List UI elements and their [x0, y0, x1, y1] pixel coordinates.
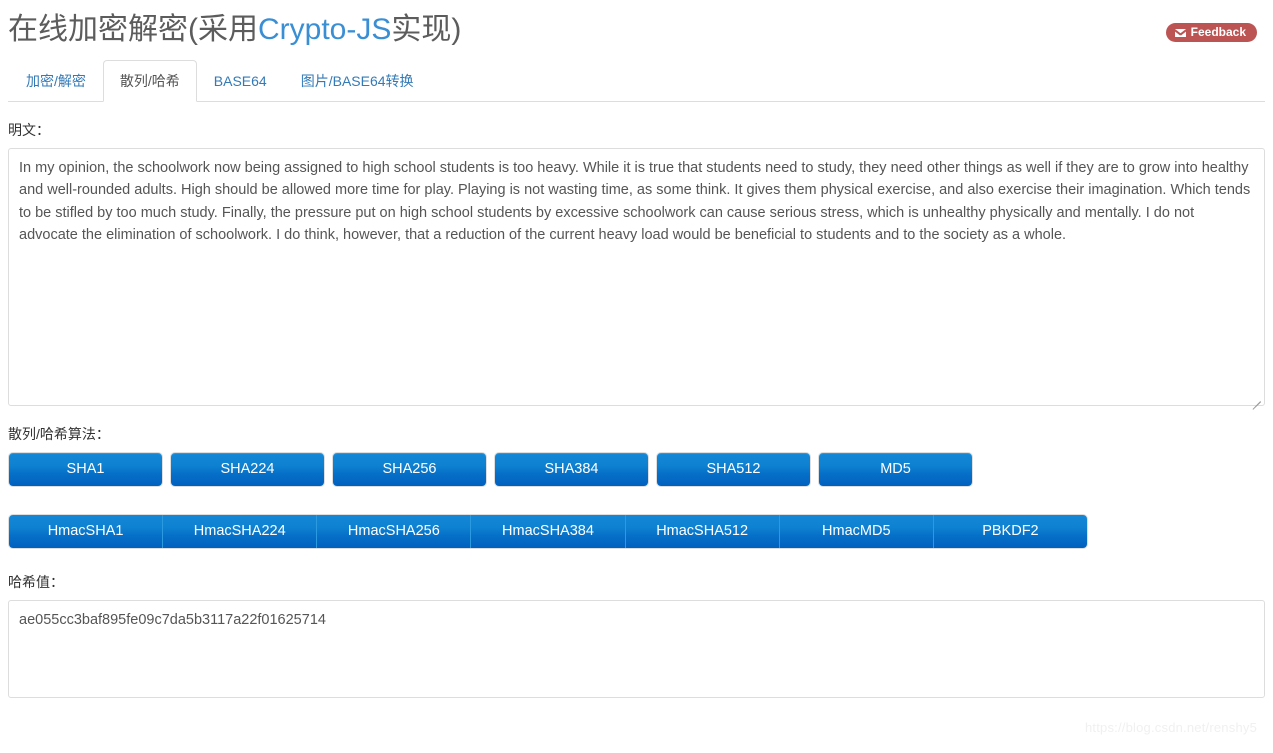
- page-title-suffix: 实现): [391, 13, 462, 46]
- plaintext-input[interactable]: [8, 148, 1265, 406]
- hash-algo-button-sha256[interactable]: SHA256: [332, 452, 487, 487]
- hash-algorithm-row-primary: SHA1 SHA224 SHA256 SHA384 SHA512 MD5: [8, 452, 1265, 487]
- hash-algo-button-hmacsha512[interactable]: HmacSHA512: [626, 515, 780, 548]
- feedback-button[interactable]: Feedback: [1165, 23, 1257, 42]
- page-title: 在线加密解密(采用Crypto-JS实现): [8, 0, 1265, 52]
- tab-2[interactable]: 散列/哈希: [102, 60, 197, 102]
- tab-bar: 加密/解密 散列/哈希 BASE64 图片/BASE64转换: [8, 60, 1265, 102]
- plaintext-area-wrap: [8, 148, 1265, 410]
- plaintext-label: 明文：: [8, 122, 50, 138]
- page-header: 在线加密解密(采用Crypto-JS实现) Feedback: [8, 0, 1265, 62]
- hash-algo-button-hmacsha256[interactable]: HmacSHA256: [317, 515, 472, 548]
- tab-3[interactable]: BASE64: [197, 60, 284, 102]
- hash-algo-button-md5[interactable]: MD5: [818, 452, 973, 487]
- feedback-button-label: Feedback: [1190, 25, 1246, 39]
- hash-algo-button-sha384[interactable]: SHA384: [494, 452, 649, 487]
- result-label: 哈希值：: [8, 574, 64, 590]
- hash-algo-button-pbkdf2[interactable]: PBKDF2: [934, 515, 1087, 548]
- hash-algo-button-hmacsha384[interactable]: HmacSHA384: [471, 515, 626, 548]
- hash-algo-button-hmacsha224[interactable]: HmacSHA224: [163, 515, 318, 548]
- app-root: 在线加密解密(采用Crypto-JS实现) Feedback 加密/解密 散列/哈…: [0, 0, 1273, 753]
- hash-result-output[interactable]: [8, 600, 1265, 698]
- algorithms-label: 散列/哈希算法：: [8, 426, 110, 442]
- page-title-prefix: 在线加密解密(采用: [8, 13, 258, 46]
- tab-4[interactable]: 图片/BASE64转换: [284, 60, 431, 102]
- page-title-accent: Crypto-JS: [258, 13, 392, 46]
- hash-algo-button-hmacmd5[interactable]: HmacMD5: [780, 515, 934, 548]
- hmac-button-group: HmacSHA1 HmacSHA224 HmacSHA256 HmacSHA384 Hm…: [8, 514, 1088, 549]
- envelope-icon: [1173, 27, 1187, 38]
- result-area-wrap: [8, 600, 1265, 698]
- hash-algo-button-hmacsha1[interactable]: HmacSHA1: [9, 515, 164, 548]
- tab-1[interactable]: 加密/解密: [9, 60, 103, 102]
- watermark: https://blog.csdn.net/renshy5: [1084, 720, 1257, 735]
- hash-algo-button-sha224[interactable]: SHA224: [170, 452, 325, 487]
- hash-algo-button-sha512[interactable]: SHA512: [656, 452, 811, 487]
- hash-algo-button-sha1[interactable]: SHA1: [8, 452, 163, 487]
- hash-algorithm-row-hmac: HmacSHA1 HmacSHA224 HmacSHA256 HmacSHA384 Hm…: [8, 514, 1265, 549]
